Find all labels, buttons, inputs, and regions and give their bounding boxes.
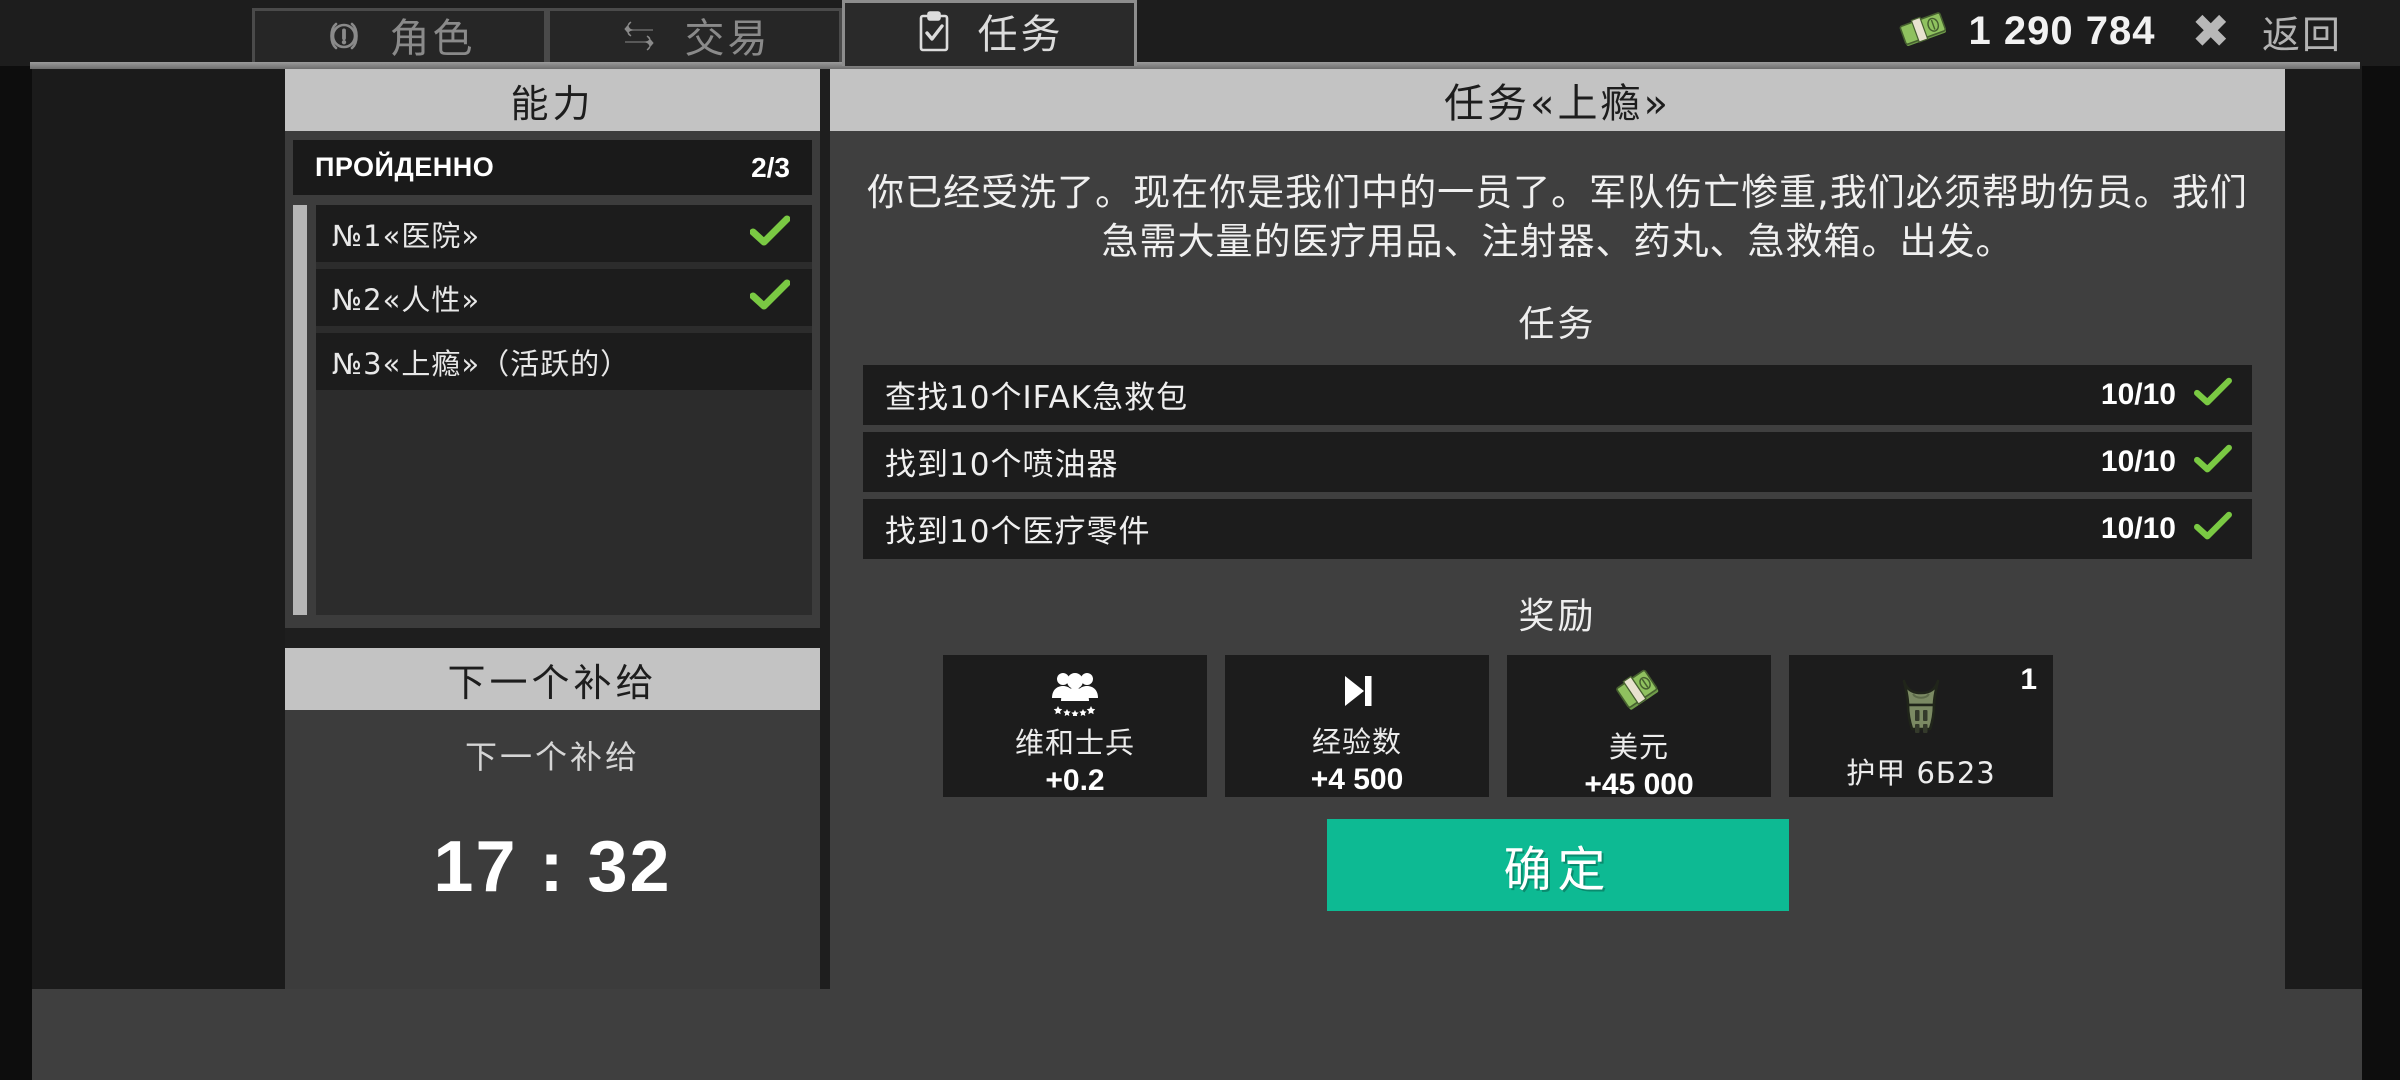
page-title: 任务«上瘾» <box>830 69 2285 131</box>
next-supply-header: 下一个补给 <box>285 648 820 710</box>
content-stage: 能力 ПРОЙДЕННО 2/3 №1«医院» №2«人性» №3«上瘾»（活跃… <box>32 69 2362 992</box>
objective-row: 找到10个医疗零件 10/10 <box>863 498 2252 559</box>
objective-status: 10/10 <box>2101 511 2232 546</box>
left-gutter <box>32 69 285 989</box>
objective-count: 10/10 <box>2100 444 2176 478</box>
reward-name: 护甲 6Б23 <box>1846 755 1996 790</box>
confirm-button-label: 确定 <box>1503 841 1612 898</box>
objectives-list: 查找10个IFAK急救包 10/10 找到10个喷油器 10/10 找到10个医… <box>863 364 2252 559</box>
screen-edge-left <box>0 0 32 1080</box>
game-quest-screen: 角色 交易 任务 1 290 784 ✖ 返回 能力 ПРОЙДЕННО 2/3… <box>0 0 2400 1080</box>
next-supply-timer: 17 : 32 <box>433 827 672 907</box>
tab-tasks-label: 任务 <box>977 11 1064 58</box>
progress-label: ПРОЙДЕННО <box>315 152 495 182</box>
list-item[interactable]: №2«人性» <box>316 269 812 326</box>
skip-forward-icon <box>1334 668 1380 715</box>
reward-card-armor[interactable]: 1 护甲 6Б23 <box>1789 654 2053 797</box>
confirm-button[interactable]: 确定 <box>1326 818 1789 911</box>
objective-text: 找到10个喷油器 <box>885 447 1119 484</box>
next-supply-panel: 下一个补给 下一个补给 17 : 32 <box>285 648 820 992</box>
body-armor-icon <box>1884 668 1958 740</box>
screen-edge-right <box>2362 0 2400 1080</box>
quest-list-wrap: №1«医院» №2«人性» №3«上瘾»（活跃的） <box>293 205 812 615</box>
objective-row: 查找10个IFAK急救包 10/10 <box>863 364 2252 425</box>
check-icon <box>749 215 791 252</box>
tab-character-label: 角色 <box>389 15 476 62</box>
rewards-list: 维和士兵 +0.2 经验数 +4 500 美元 +45 000 1 护甲 6Б2… <box>863 654 2252 801</box>
reward-name: 经验数 <box>1311 724 1402 759</box>
check-icon <box>2194 377 2232 412</box>
money-display: 1 290 784 <box>1896 9 2155 54</box>
money-amount: 1 290 784 <box>1968 8 2156 53</box>
right-gutter <box>2285 69 2362 989</box>
quest-detail-body: 你已经受洗了。现在你是我们中的一员了。军队伤亡惨重,我们必须帮助伤员。我们急需大… <box>830 169 2285 911</box>
rewards-title: 奖励 <box>1518 595 1597 637</box>
progress-count: 2/3 <box>751 151 790 183</box>
objective-status: 10/10 <box>2101 444 2232 479</box>
check-icon <box>2194 444 2232 479</box>
list-item[interactable]: №1«医院» <box>316 205 812 262</box>
tab-trade[interactable]: 交易 <box>547 8 842 66</box>
check-icon <box>749 279 791 316</box>
quest-item-label: №2«人性» <box>332 282 481 317</box>
bottom-gutter <box>32 989 2362 1080</box>
reward-quantity-badge: 1 <box>2020 662 2037 696</box>
cash-stack-icon <box>1896 9 1950 54</box>
objectives-title: 任务 <box>1518 303 1597 345</box>
reward-value: +45 000 <box>1584 767 1694 801</box>
people-group-stars-icon <box>1044 668 1106 716</box>
exchange-arrows-icon <box>619 18 659 59</box>
back-label[interactable]: 返回 <box>2262 4 2342 59</box>
reward-card-reputation[interactable]: 维和士兵 +0.2 <box>943 654 1207 797</box>
objective-text: 查找10个IFAK急救包 <box>885 380 1189 417</box>
tab-character[interactable]: 角色 <box>252 8 547 66</box>
reward-card-money[interactable]: 美元 +45 000 <box>1507 654 1771 801</box>
check-icon <box>2194 511 2232 546</box>
next-supply-body: 下一个补给 17 : 32 <box>285 710 820 992</box>
tab-bar: 角色 交易 任务 <box>252 0 1137 66</box>
top-bar: 角色 交易 任务 1 290 784 ✖ 返回 <box>0 0 2400 69</box>
sidebar: 能力 ПРОЙДЕННО 2/3 №1«医院» №2«人性» №3«上瘾»（活跃… <box>285 69 820 992</box>
close-x-icon[interactable]: ✖ <box>2191 8 2230 54</box>
reward-name: 维和士兵 <box>1014 725 1135 760</box>
reward-value: +0.2 <box>1045 763 1105 797</box>
cash-stack-icon <box>1611 668 1667 720</box>
objective-count: 10/10 <box>2100 511 2176 545</box>
next-supply-subtitle: 下一个补给 <box>464 738 640 776</box>
objective-row: 找到10个喷油器 10/10 <box>863 431 2252 492</box>
sidebar-header: 能力 <box>285 69 820 131</box>
top-bar-underline <box>30 62 2360 69</box>
quest-list-panel: ПРОЙДЕННО 2/3 №1«医院» №2«人性» №3«上瘾»（活跃的） <box>285 131 820 628</box>
quest-item-label: №1«医院» <box>332 218 481 253</box>
tab-tasks[interactable]: 任务 <box>842 0 1137 66</box>
quest-list-scroll-thumb[interactable] <box>293 205 307 615</box>
quest-list-scrollbar[interactable] <box>293 205 307 615</box>
clipboard-check-icon <box>916 10 952 59</box>
reward-value: +4 500 <box>1310 762 1404 796</box>
quest-item-label: №3«上瘾»（活跃的） <box>332 346 631 381</box>
top-right-cluster: 1 290 784 ✖ 返回 <box>1896 0 2342 62</box>
confirm-button-wrap: 确定 <box>863 818 2252 911</box>
quest-detail-panel: 任务«上瘾» 你已经受洗了。现在你是我们中的一员了。军队伤亡惨重,我们必须帮助伤… <box>830 69 2285 989</box>
tab-trade-label: 交易 <box>684 15 771 62</box>
reward-name: 美元 <box>1608 729 1669 764</box>
progress-row: ПРОЙДЕННО 2/3 <box>293 140 812 195</box>
list-item-active[interactable]: №3«上瘾»（活跃的） <box>316 333 812 390</box>
quest-list: №1«医院» №2«人性» №3«上瘾»（活跃的） <box>316 205 812 615</box>
objective-status: 10/10 <box>2101 377 2232 412</box>
close-button[interactable]: ✖ 返回 <box>2191 4 2342 59</box>
reward-card-experience[interactable]: 经验数 +4 500 <box>1225 654 1489 797</box>
objective-count: 10/10 <box>2100 377 2176 411</box>
alert-exclamation-icon <box>324 16 364 61</box>
objective-text: 找到10个医疗零件 <box>885 514 1151 551</box>
quest-description: 你已经受洗了。现在你是我们中的一员了。军队伤亡惨重,我们必须帮助伤员。我们急需大… <box>867 171 2248 263</box>
